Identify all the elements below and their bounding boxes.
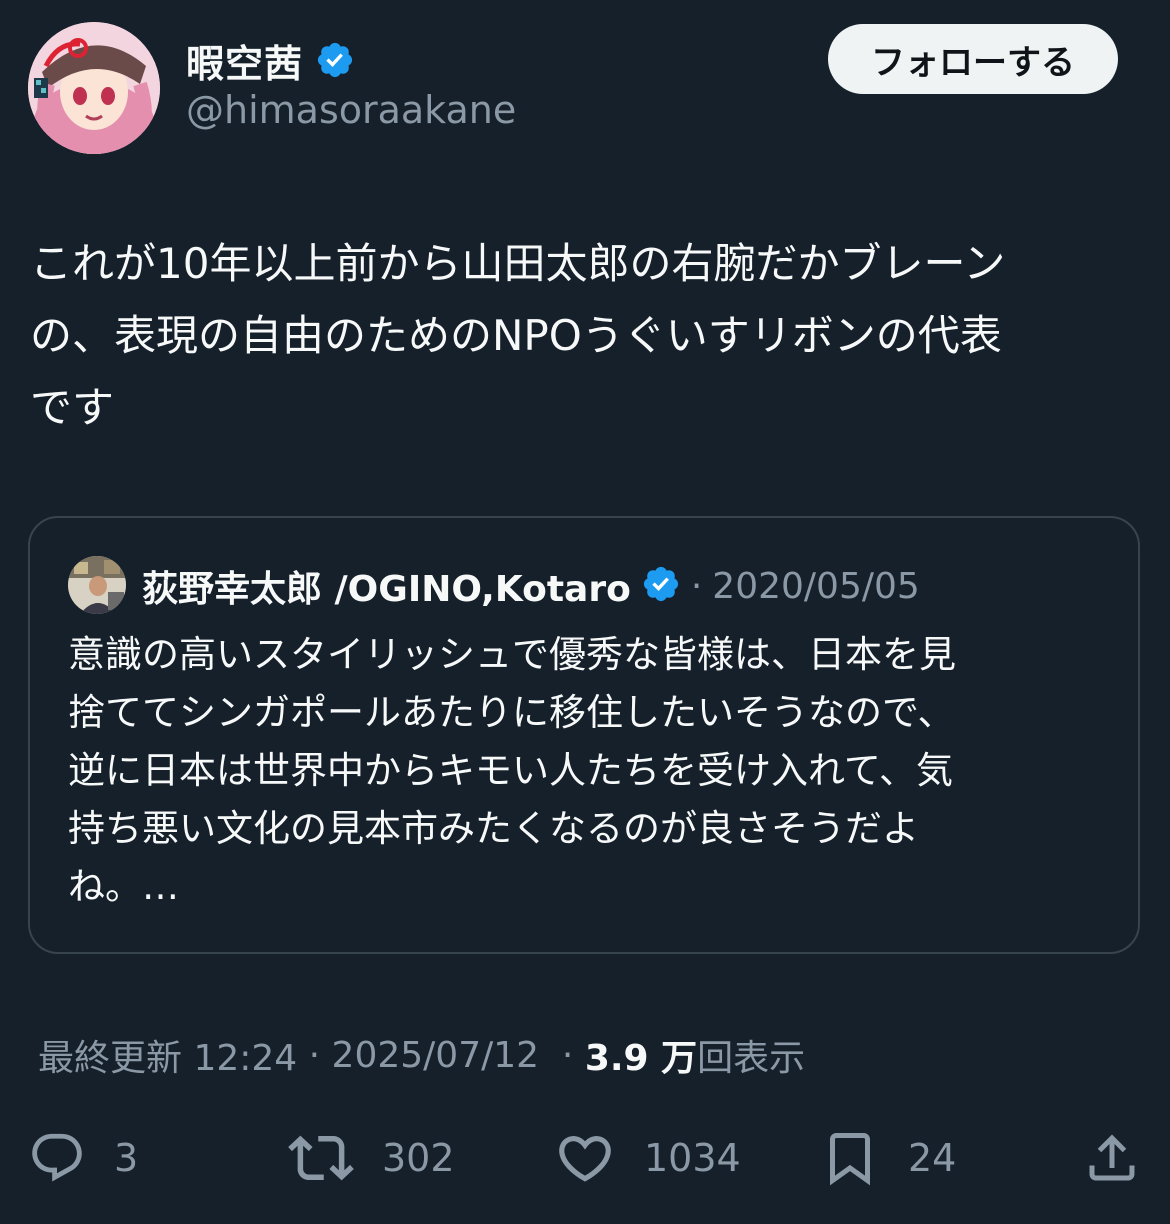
meta-separator: · [539, 1034, 585, 1076]
reply-icon [28, 1129, 86, 1187]
retweet-icon [288, 1125, 354, 1191]
like-count: 1034 [644, 1136, 741, 1180]
author-handle[interactable]: @himasoraakane [186, 88, 516, 132]
bookmark-icon [820, 1128, 880, 1188]
reply-count: 3 [114, 1136, 139, 1180]
meta-separator: · [297, 1034, 332, 1076]
tweet-meta: 最終更新 12:24 · 2025/07/12 · 3.9 万 回表示 [38, 1030, 805, 1080]
updated-time[interactable]: 最終更新 12:24 [38, 1029, 297, 1081]
bookmark-button[interactable]: 24 [820, 1120, 956, 1196]
like-button[interactable]: 1034 [554, 1120, 741, 1196]
tweet-text: これが10年以上前から山田太郎の右腕だかブレーン の、表現の自由のためのNPOう… [30, 239, 1006, 432]
post-date[interactable]: 2025/07/12 [332, 1035, 540, 1076]
heart-icon [554, 1127, 616, 1189]
author-name-row[interactable]: 暇空茜 [186, 34, 355, 86]
quoted-tweet-header: 荻野幸太郎 /OGINO,Kotaro · 2020/05/05 [142, 558, 920, 614]
bookmark-count: 24 [908, 1136, 957, 1180]
quoted-tweet-card[interactable]: 荻野幸太郎 /OGINO,Kotaro · 2020/05/05 意識の高いスタ… [28, 516, 1140, 954]
follow-button[interactable]: フォローする [828, 24, 1118, 94]
quoted-tweet-text: 意識の高いスタイリッシュで優秀な皆様は、日本を見 捨ててシンガポールあたりに移住… [68, 633, 956, 908]
retweet-button[interactable]: 302 [288, 1120, 455, 1196]
author-avatar[interactable] [28, 22, 160, 154]
action-bar: 3 302 1034 24 [0, 1120, 1170, 1196]
quoted-date[interactable]: 2020/05/05 [712, 566, 920, 607]
quoted-author-avatar [68, 556, 126, 614]
quoted-verified-badge-icon [641, 564, 681, 608]
share-button[interactable] [1082, 1120, 1142, 1196]
views-count: 3.9 万 [584, 1038, 698, 1079]
quoted-separator: · [690, 565, 703, 607]
share-icon [1082, 1128, 1142, 1188]
quoted-author-name[interactable]: 荻野幸太郎 /OGINO,Kotaro [142, 560, 631, 612]
views-label: 回表示 [697, 1038, 806, 1079]
retweet-count: 302 [382, 1136, 455, 1180]
verified-badge-icon [315, 40, 355, 80]
author-display-name[interactable]: 暇空茜 [186, 33, 303, 88]
reply-button[interactable]: 3 [28, 1120, 138, 1196]
